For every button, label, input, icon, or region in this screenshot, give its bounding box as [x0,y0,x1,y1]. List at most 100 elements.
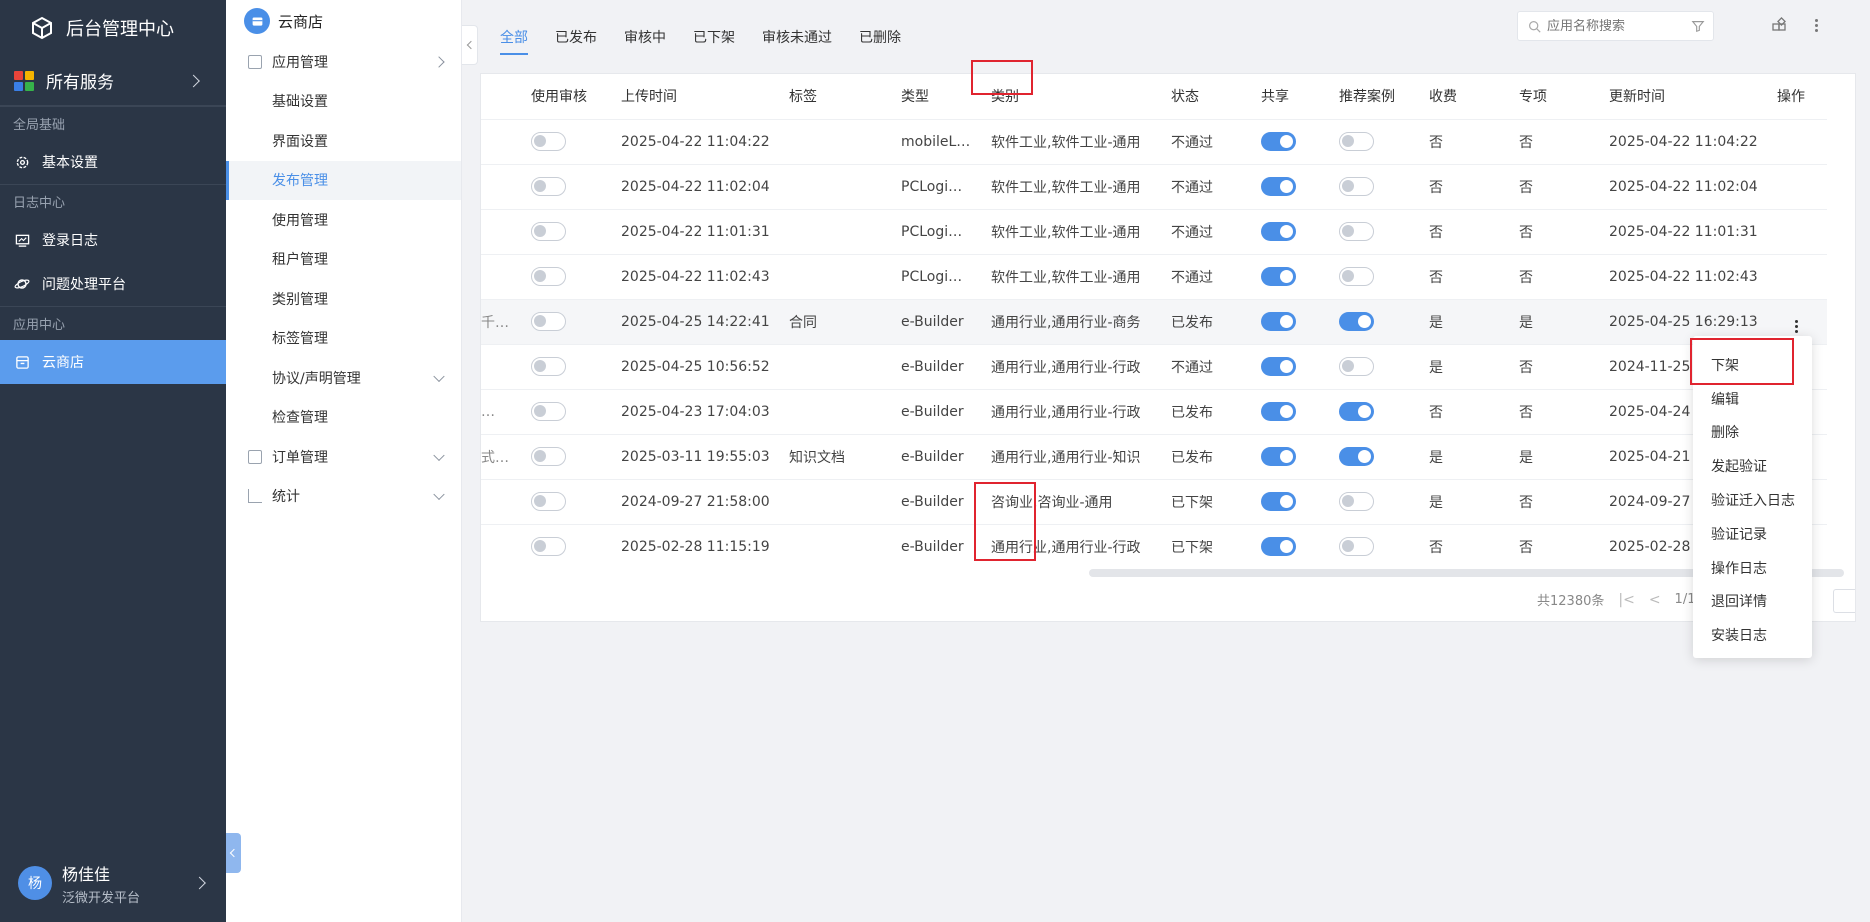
subnav-check-management[interactable]: 检查管理 [226,398,461,438]
sidebar-item-basic-settings[interactable]: 基本设置 [0,140,226,184]
menu-item[interactable]: 操作日志 [1693,551,1812,585]
col-header[interactable]: 标签 [789,74,901,119]
table-row[interactable]: 2025-04-22 11:01:31 PCLogi… 软件工业,软件工业-通用… [481,208,1827,254]
audit-toggle[interactable] [531,267,566,286]
table-row[interactable]: 2025-04-22 11:02:04 PCLogi… 软件工业,软件工业-通用… [481,163,1827,209]
share-toggle[interactable] [1261,402,1296,421]
tab-offline[interactable]: 已下架 [693,27,735,55]
menu-item[interactable]: 验证记录 [1693,517,1812,551]
expand-panel-button[interactable] [462,25,478,65]
col-header[interactable]: 收费 [1429,74,1519,119]
filter-icon[interactable] [1691,19,1705,33]
recommend-toggle[interactable] [1339,222,1374,241]
tab-published[interactable]: 已发布 [555,27,597,55]
share-toggle[interactable] [1261,537,1296,557]
col-header[interactable]: 上传时间 [621,74,789,119]
share-toggle[interactable] [1261,492,1296,511]
col-header[interactable]: 共享 [1261,74,1339,119]
table-row[interactable]: 2025-04-22 11:02:43 PCLogi… 软件工业,软件工业-通用… [481,253,1827,299]
audit-toggle[interactable] [531,402,566,421]
sidebar-item-login-log[interactable]: 登录日志 [0,218,226,262]
col-header: 操作 [1777,89,1805,106]
table-row[interactable]: … 2025-04-23 17:04:03 e-Builder 通用行业,通用行… [481,388,1827,434]
share-toggle[interactable] [1261,357,1296,376]
col-header[interactable]: 状态 [1171,74,1261,119]
layout-toggle-button[interactable] [1768,14,1790,36]
chevron-right-icon [433,56,445,68]
table-row[interactable]: 2025-04-25 10:56:52 e-Builder 通用行业,通用行业-… [481,343,1827,389]
share-toggle[interactable] [1261,267,1296,286]
audit-toggle[interactable] [531,312,566,331]
subnav-publish-management[interactable]: 发布管理 [226,160,461,200]
menu-item[interactable]: 退回详情 [1693,585,1812,619]
menu-item[interactable]: 编辑 [1693,382,1812,416]
table-row[interactable]: 2025-02-28 11:15:19 e-Builder 通用行业,通用行业-… [481,523,1827,569]
share-toggle[interactable] [1261,222,1296,241]
table-row[interactable]: 千… 2025-04-25 14:22:41 合同 e-Builder 通用行业… [481,298,1827,344]
collapse-sidebar-button[interactable] [226,833,241,873]
recommend-toggle[interactable] [1339,312,1374,331]
app-header[interactable]: 后台管理中心 [0,0,226,56]
recommend-toggle[interactable] [1339,357,1374,376]
subnav-app-management[interactable]: 应用管理 [226,42,461,82]
subnav-tenant-management[interactable]: 租户管理 [226,240,461,280]
table-row[interactable]: 2025-04-22 11:04:22 mobileL… 软件工业,软件工业-通… [481,118,1827,164]
more-options-button[interactable] [1805,14,1827,36]
tab-rejected[interactable]: 审核未通过 [762,27,832,55]
recommend-toggle[interactable] [1339,402,1374,421]
recommend-toggle[interactable] [1339,267,1374,286]
sidebar-item-cloud-store[interactable]: 云商店 [0,340,226,384]
col-header[interactable]: 类别 [991,74,1171,119]
tab-all[interactable]: 全部 [500,27,528,55]
prev-page-button[interactable]: < [1649,592,1661,608]
menu-item[interactable]: 下架 [1693,348,1812,382]
tab-reviewing[interactable]: 审核中 [624,27,666,55]
col-header[interactable]: 专项 [1519,74,1609,119]
audit-toggle[interactable] [531,177,566,196]
col-header[interactable]: 更新时间 [1609,74,1777,119]
first-page-button[interactable]: |< [1618,592,1634,608]
recommend-toggle[interactable] [1339,537,1374,557]
audit-toggle[interactable] [531,222,566,241]
col-header[interactable]: 使用审核 [531,74,621,119]
subnav-usage-management[interactable]: 使用管理 [226,200,461,240]
share-toggle[interactable] [1261,177,1296,196]
recommend-toggle[interactable] [1339,492,1374,511]
subnav-tag-management[interactable]: 标签管理 [226,319,461,359]
user-profile[interactable]: 杨 杨佳佳 泛微开发平台 [0,844,226,922]
audit-toggle[interactable] [531,357,566,376]
subnav-category-management[interactable]: 类别管理 [226,279,461,319]
menu-item[interactable]: 发起验证 [1693,449,1812,483]
search-input[interactable] [1547,18,1697,34]
sidebar-item-issue-platform[interactable]: 问题处理平台 [0,262,226,306]
recommend-toggle[interactable] [1339,447,1374,466]
tab-deleted[interactable]: 已删除 [859,27,901,55]
audit-toggle[interactable] [531,447,566,466]
subnav-agreement-management[interactable]: 协议/声明管理 [226,358,461,398]
subnav-order-management[interactable]: 订单管理 [226,437,461,477]
subnav-basic-settings[interactable]: 基础设置 [226,82,461,122]
menu-item[interactable]: 验证迁入日志 [1693,483,1812,517]
col-header[interactable]: 类型 [901,74,991,119]
cell-category: 通用行业,通用行业-行政 [991,523,1171,569]
table-row[interactable]: 2024-09-27 21:58:00 e-Builder 咨询业,咨询业-通用… [481,478,1827,524]
share-toggle[interactable] [1261,447,1296,466]
col-header[interactable]: 推荐案例 [1339,74,1429,119]
recommend-toggle[interactable] [1339,177,1374,196]
subnav-statistics[interactable]: 统计 [226,477,461,517]
audit-toggle[interactable] [531,132,566,151]
cell-tag [789,388,901,434]
audit-toggle[interactable] [531,537,566,557]
cell-share [1261,343,1339,389]
share-toggle[interactable] [1261,132,1296,151]
all-services-menu[interactable]: 所有服务 [0,56,226,106]
share-toggle[interactable] [1261,312,1296,331]
page-size-select[interactable] [1833,589,1855,613]
recommend-toggle[interactable] [1339,132,1374,151]
table-row[interactable]: 式… 2025-03-11 19:55:03 知识文档 e-Builder 通用… [481,433,1827,479]
menu-item[interactable]: 删除 [1693,416,1812,450]
audit-toggle[interactable] [531,492,566,511]
subnav-ui-settings[interactable]: 界面设置 [226,121,461,161]
more-vertical-icon[interactable] [1795,319,1798,333]
menu-item[interactable]: 安装日志 [1693,618,1812,652]
